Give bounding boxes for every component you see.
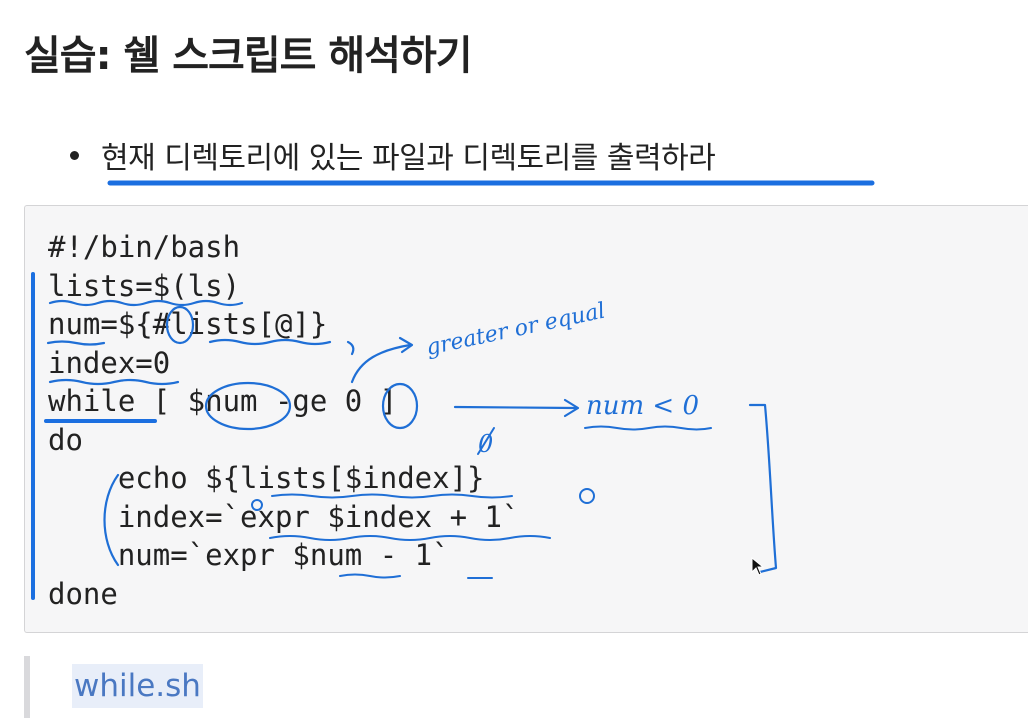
blockquote-bar [24, 656, 30, 718]
blockquote: while.sh [24, 656, 424, 718]
page-title: 실습: 쉘 스크립트 해석하기 [24, 33, 473, 79]
code-line-7: echo ${lists[$index]} [48, 461, 485, 495]
code-line-5: while [ $num -ge 0 ] [48, 384, 398, 418]
mouse-cursor-icon [751, 557, 765, 576]
file-link-while-sh[interactable]: while.sh [72, 664, 203, 708]
code-line-3: num=${#lists[@]} [48, 307, 328, 341]
bullet-item: 현재 디렉토리에 있는 파일과 디렉토리를 출력하라 [70, 130, 716, 180]
code-line-2: lists=$(ls) [48, 268, 241, 303]
bullet-dot [70, 150, 79, 160]
code-lines: #!/bin/bash lists=$(ls) num=${#lists[@]}… [48, 228, 519, 613]
code-block: #!/bin/bash lists=$(ls) num=${#lists[@]}… [24, 205, 1028, 633]
code-line-4: index=0 [48, 345, 171, 380]
code-line-1: #!/bin/bash [48, 230, 241, 264]
code-line-6: do [48, 422, 83, 457]
bullet-text: 현재 디렉토리에 있는 파일과 디렉토리를 출력하라 [101, 141, 716, 176]
code-line-8: index=`expr $index + 1` [48, 499, 520, 534]
code-line-10: done [48, 576, 118, 611]
code-line-9: num=`expr $num - 1` [48, 538, 450, 572]
